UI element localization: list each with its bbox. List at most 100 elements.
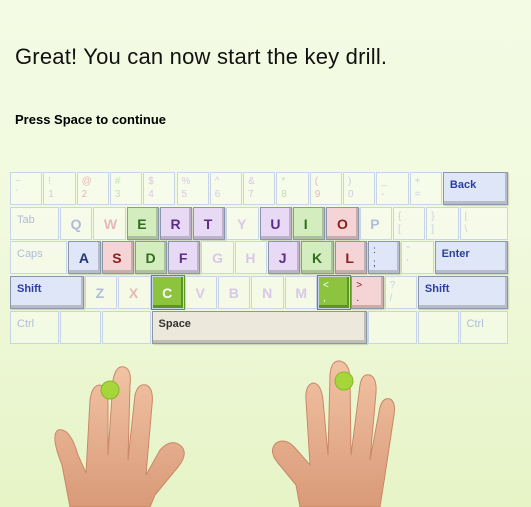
key-o: O	[326, 207, 359, 240]
key-period: >.	[351, 276, 384, 309]
right-hand-image	[272, 360, 395, 507]
key-rctrl: Ctrl	[459, 311, 509, 344]
key-2: @2	[76, 172, 109, 205]
key-u: U	[259, 207, 293, 240]
key-4: $4	[143, 172, 176, 205]
key-base-label: 2	[81, 189, 88, 200]
key-v: V	[184, 276, 218, 309]
key-label: Caps	[17, 248, 43, 260]
key-b: B	[218, 276, 251, 309]
key-8: * 8	[276, 172, 309, 205]
key-label: M	[295, 285, 308, 301]
key-lwin	[59, 311, 101, 344]
key-base-label: 4	[148, 189, 154, 200]
key-lctrl: Ctrl	[10, 311, 59, 344]
key-lbracket: {[	[392, 207, 426, 240]
key-label: O	[336, 216, 348, 232]
on-screen-keyboard: ~ `! 1 @2 #3 $4% 5 ^ 6 & 7 * 8(9) 0 _ - + = Back Tab Q W E R T Y U…	[0, 0, 531, 360]
key-base-label: ]	[431, 224, 435, 235]
key-space: Space	[151, 311, 367, 344]
key-shift-label: %	[181, 176, 191, 187]
key-w: W	[93, 207, 126, 240]
key-6: ^ 6	[209, 172, 243, 205]
key-base-label: =	[414, 189, 421, 200]
key-label: V	[195, 285, 205, 301]
key-label: R	[170, 216, 181, 232]
key-shift-label: *	[281, 176, 286, 187]
key-label: L	[345, 250, 354, 266]
key-base-label: 5	[181, 189, 188, 200]
key-rbracket: }]	[426, 207, 459, 240]
key-shift-label: !	[48, 176, 52, 187]
key-3: #3	[109, 172, 143, 205]
key-shift-label: "	[406, 245, 410, 256]
key-base-label: \	[464, 224, 468, 235]
key-equals: + =	[409, 172, 442, 205]
key-label: Back	[449, 179, 477, 191]
key-r: R	[159, 207, 193, 240]
key-backtick: ~ `	[10, 172, 43, 205]
key-enter: Enter	[434, 241, 509, 274]
key-base-label: -	[381, 189, 385, 200]
key-label: Q	[70, 216, 82, 232]
key-label: S	[112, 250, 122, 266]
key-label: B	[228, 285, 239, 301]
key-g: G	[201, 241, 234, 274]
key-label: X	[128, 285, 139, 301]
key-label: I	[303, 216, 308, 232]
key-quote: " '	[401, 241, 434, 274]
key-h: H	[234, 241, 268, 274]
key-label: N	[262, 285, 273, 301]
key-e: E	[126, 207, 159, 240]
key-label: W	[103, 216, 118, 232]
key-shift-label: $	[148, 176, 154, 187]
key-semicolon: :;	[367, 241, 401, 274]
key-p: P	[359, 207, 392, 240]
key-comma: <,	[318, 276, 351, 309]
key-base-label: [	[397, 224, 401, 235]
key-5: % 5	[176, 172, 209, 205]
key-label: E	[137, 216, 147, 232]
key-shift-label: (	[314, 176, 319, 187]
key-shift-label: &	[248, 176, 255, 187]
key-n: N	[251, 276, 284, 309]
key-label: J	[278, 250, 287, 266]
key-j: J	[268, 241, 301, 274]
key-s: S	[101, 241, 134, 274]
key-base-label: 7	[248, 189, 254, 200]
key-base-label: /	[389, 293, 393, 304]
key-l: L	[334, 241, 367, 274]
key-base-label: 1	[48, 189, 54, 200]
key-label: K	[312, 250, 323, 266]
key-base-label: 8	[281, 189, 287, 200]
key-shift-label: ^	[214, 176, 220, 187]
key-label: A	[78, 250, 90, 266]
key-9: (9	[309, 172, 342, 205]
key-shift-label: +	[414, 176, 421, 187]
key-base-label: ;	[372, 258, 376, 269]
key-base-label: 0	[348, 189, 354, 200]
key-label: Z	[95, 285, 105, 301]
key-base-label: 6	[214, 189, 221, 200]
key-f: F	[168, 241, 201, 274]
key-lalt	[101, 311, 151, 344]
key-shift-label: <	[323, 280, 329, 291]
key-7: & 7	[243, 172, 276, 205]
key-a: A	[68, 241, 101, 274]
key-base-label: ,	[323, 293, 326, 304]
key-d: D	[134, 241, 168, 274]
key-label: Y	[237, 216, 247, 232]
key-tab: Tab	[10, 207, 59, 240]
key-i: I	[293, 207, 326, 240]
key-base-label: 9	[314, 189, 321, 200]
key-k: K	[301, 241, 334, 274]
key-base-label: '	[406, 258, 409, 269]
key-caps: Caps	[10, 241, 68, 274]
key-shift-label: |	[464, 211, 468, 222]
key-label: Ctrl	[466, 318, 484, 330]
key-base-label: 3	[114, 189, 121, 200]
key-label: F	[178, 250, 188, 266]
key-shift-label: @	[81, 176, 92, 187]
key-q: Q	[59, 207, 93, 240]
key-back: Back	[442, 172, 509, 205]
